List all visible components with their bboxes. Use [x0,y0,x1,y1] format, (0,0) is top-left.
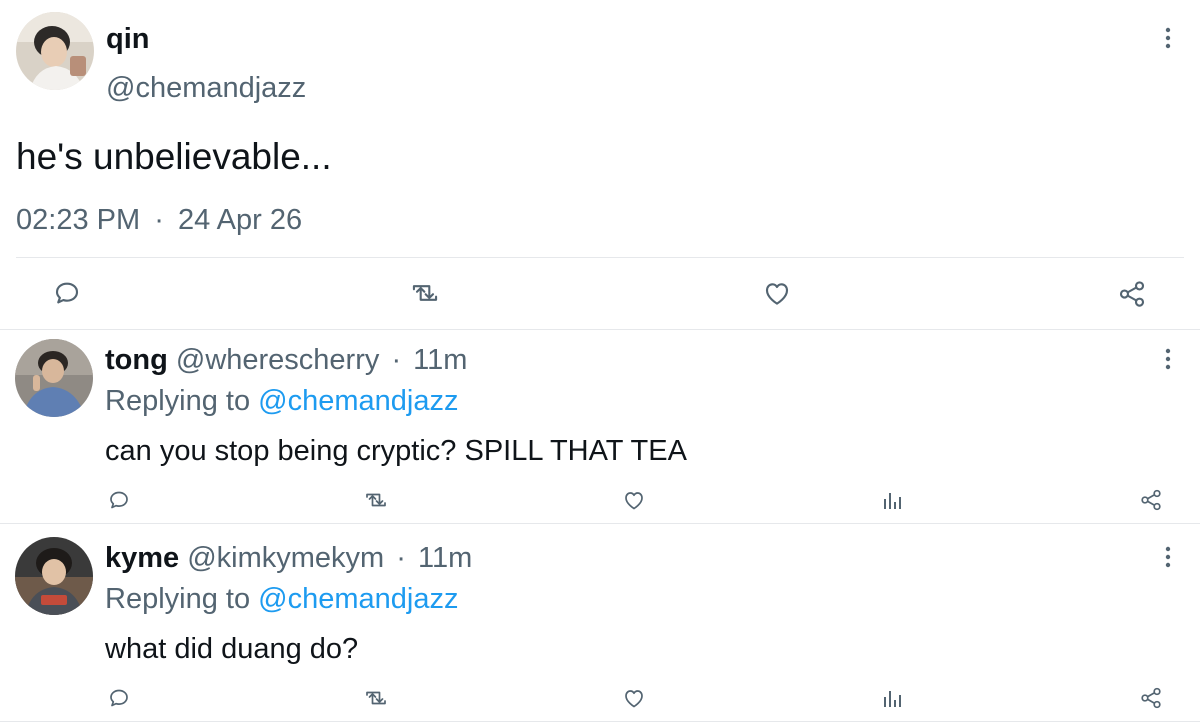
like-icon[interactable] [622,687,646,709]
divider [0,721,1200,722]
author-display-name[interactable]: qin [106,21,150,57]
header-separator: · [396,542,406,574]
share-icon[interactable] [1139,488,1163,512]
avatar[interactable] [15,537,93,615]
views-icon[interactable] [881,489,905,511]
avatar[interactable] [15,339,93,417]
reply-text: what did duang do? [105,633,359,665]
reply-icon[interactable] [52,278,82,308]
timestamp-separator: · [154,204,164,236]
replying-to-handle[interactable]: @chemandjazz [258,385,458,417]
reply-header: kyme @kimkymekym · 11m [105,540,472,576]
reply-icon[interactable] [107,488,131,512]
replying-to: Replying to @chemandjazz [105,383,458,419]
like-icon[interactable] [762,279,792,307]
header-separator: · [391,344,402,376]
share-icon[interactable] [1139,686,1163,710]
author-display-name[interactable]: tong [105,344,168,376]
divider [0,523,1200,524]
replying-to-handle[interactable]: @chemandjazz [258,583,458,615]
replying-to-label: Replying to [105,385,251,417]
more-options-icon[interactable] [1160,545,1176,569]
reply-icon[interactable] [107,686,131,710]
divider [16,257,1184,258]
reply-age[interactable]: 11m [413,344,467,376]
more-options-icon[interactable] [1160,26,1176,50]
post-date[interactable]: 24 Apr 26 [178,204,302,236]
like-icon[interactable] [622,489,646,511]
retweet-icon[interactable] [409,278,441,308]
share-icon[interactable] [1117,279,1147,309]
more-options-icon[interactable] [1160,347,1176,371]
post-text: he's unbelievable... [16,136,332,177]
author-handle[interactable]: @chemandjazz [106,70,306,106]
post-time[interactable]: 02:23 PM [16,204,140,236]
retweet-icon[interactable] [363,488,389,512]
reply-age[interactable]: 11m [418,542,472,574]
replying-to-label: Replying to [105,583,251,615]
reply-text: can you stop being cryptic? SPILL THAT T… [105,435,687,467]
author-display-name[interactable]: kyme [105,542,179,574]
author-handle[interactable]: @wherescherry [176,344,380,376]
replying-to: Replying to @chemandjazz [105,581,458,617]
avatar[interactable] [16,12,94,90]
views-icon[interactable] [881,687,905,709]
divider [0,329,1200,330]
reply-header: tong @wherescherry · 11m [105,342,467,378]
retweet-icon[interactable] [363,686,389,710]
post-timestamp: 02:23 PM · 24 Apr 26 [16,202,302,238]
author-handle[interactable]: @kimkymekym [187,542,384,574]
